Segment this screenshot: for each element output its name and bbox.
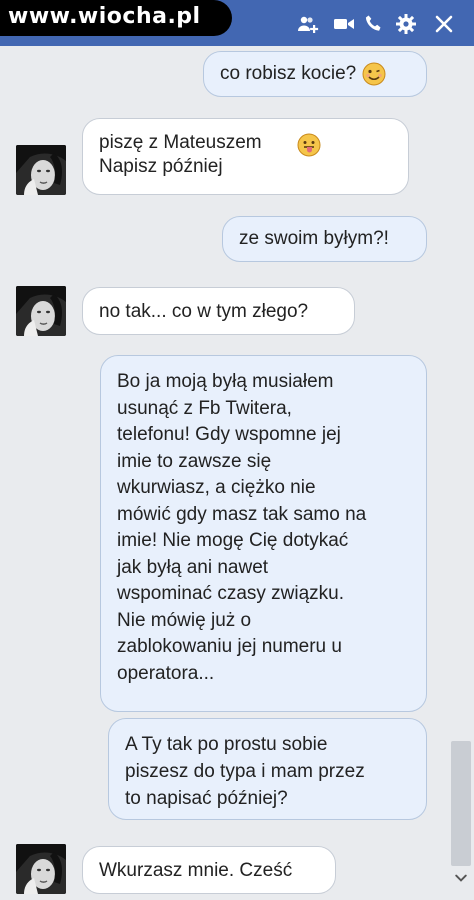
close-icon[interactable] [432,12,456,36]
gear-icon[interactable] [394,12,418,36]
video-call-icon[interactable] [332,12,356,36]
watermark-text: www.wiocha.pl [8,4,201,29]
chat-header: www.wiocha.pl [0,0,474,46]
message-text: Bo ja moją byłą musiałem usunąć z Fb Twi… [117,371,367,684]
message-text: A Ty tak po prostu sobie piszesz do typa… [125,734,365,809]
message-bubble-incoming: no tak... co w tym złego? [82,287,355,335]
message-text: piszę z Mateuszem Napisz później [99,132,262,177]
scroll-down-arrow-icon[interactable] [451,868,471,888]
avatar[interactable] [16,145,66,195]
message-text: ze swoim byłym?! [239,228,389,249]
message-text: Wkurzasz mnie. Cześć [99,860,293,881]
watermark: www.wiocha.pl [0,0,232,36]
scrollbar[interactable] [448,46,474,900]
message-text: co robisz kocie? [220,63,357,85]
message-bubble-incoming: Wkurzasz mnie. Cześć [82,846,336,894]
phone-icon[interactable] [362,12,386,36]
grin-emoji-icon [362,62,386,86]
add-people-icon[interactable] [296,12,320,36]
avatar[interactable] [16,286,66,336]
avatar[interactable] [16,844,66,894]
message-bubble-outgoing: A Ty tak po prostu sobie piszesz do typa… [108,718,427,820]
message-bubble-outgoing: ze swoim byłym?! [222,216,427,262]
scrollbar-thumb[interactable] [451,741,471,866]
message-bubble-incoming: piszę z Mateuszem Napisz później [82,118,409,195]
message-bubble-outgoing: Bo ja moją byłą musiałem usunąć z Fb Twi… [100,355,427,712]
message-text: no tak... co w tym złego? [99,301,309,322]
tongue-emoji-icon [297,133,321,157]
message-bubble-outgoing: co robisz kocie? [203,51,427,97]
